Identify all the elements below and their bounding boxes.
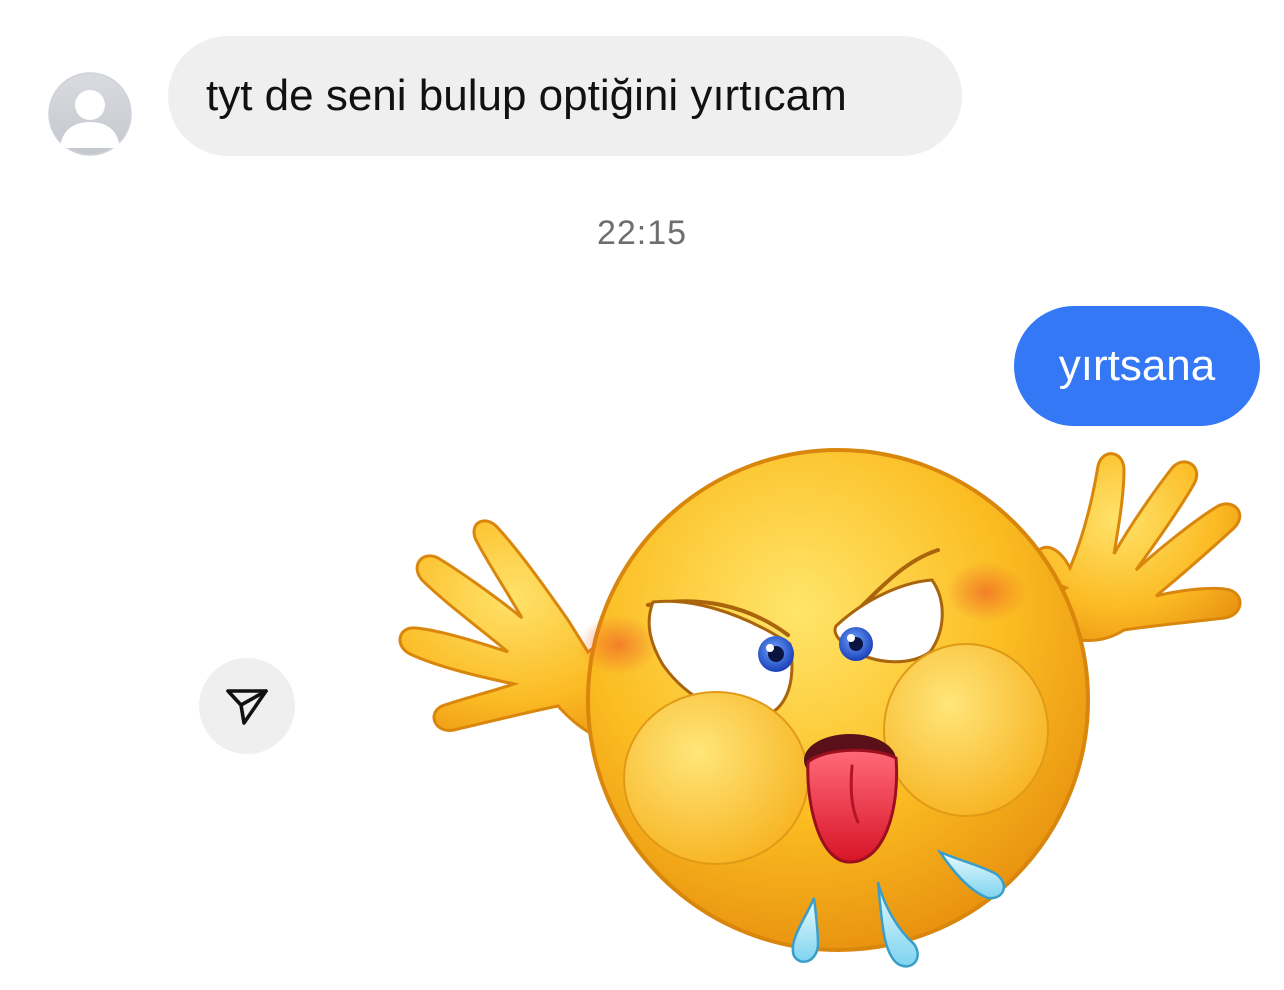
outgoing-message-text: yırtsana (1058, 341, 1216, 390)
left-cheek (623, 691, 809, 865)
default-avatar-icon (48, 72, 132, 156)
message-timestamp: 22:15 (596, 214, 688, 252)
angry-emoji-tongue-out-sticker[interactable] (318, 430, 1264, 985)
paper-plane-share-icon (226, 689, 268, 725)
outgoing-message-bubble[interactable]: yırtsana (1014, 306, 1260, 426)
avatar[interactable] (48, 72, 132, 156)
incoming-message-text: tyt de seni bulup optiğini yırtıcam (206, 71, 847, 120)
share-button[interactable] (199, 658, 295, 754)
incoming-message-bubble[interactable]: tyt de seni bulup optiğini yırtıcam (168, 36, 962, 156)
right-cheek (883, 643, 1049, 817)
angry-emoji-sticker-image (398, 448, 1242, 968)
